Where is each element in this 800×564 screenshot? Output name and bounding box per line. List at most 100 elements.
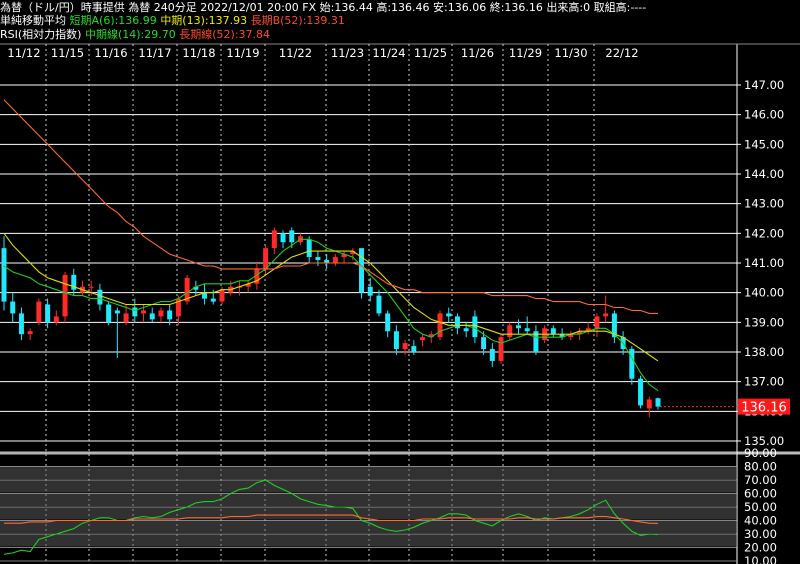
candle-body xyxy=(603,313,609,317)
candle-body xyxy=(271,230,277,249)
candle-body xyxy=(18,313,24,335)
x-tick-label: 11/18 xyxy=(182,46,215,60)
x-tick-label: 11/30 xyxy=(554,46,587,60)
candle-body xyxy=(158,310,164,317)
candle-body xyxy=(132,307,138,317)
candle-body xyxy=(114,310,120,314)
x-tick-label: 11/24 xyxy=(372,46,405,60)
rsi-band xyxy=(0,466,737,479)
rsi-band xyxy=(0,493,737,506)
candle-body xyxy=(62,274,68,317)
candle-body xyxy=(167,310,173,320)
rsi-band xyxy=(0,534,737,547)
candle-body xyxy=(638,378,644,406)
candle-body xyxy=(420,337,426,341)
x-tick-label: 11/17 xyxy=(138,46,171,60)
x-tick-label: 11/16 xyxy=(94,46,127,60)
price-tick-label: 143.00 xyxy=(744,197,784,211)
ma-short-line xyxy=(3,238,659,392)
candle-body xyxy=(385,313,391,332)
candle-body xyxy=(45,304,51,323)
candle-body xyxy=(498,337,504,361)
x-tick-label: 11/23 xyxy=(331,46,364,60)
candle-body xyxy=(507,325,513,338)
candle-body xyxy=(332,257,338,263)
ma-long-line xyxy=(3,99,658,314)
candle-body xyxy=(446,313,452,317)
rsi-tick-label: 40.00 xyxy=(744,514,777,528)
rsi-tick-label: 20.00 xyxy=(744,541,777,555)
fx-chart[interactable]: 11/12 11/15 11/16 11/17 11/18 11/19 11/22 11/23… xyxy=(0,0,800,564)
x-tick-label: 11/19 xyxy=(226,46,259,60)
candle-body xyxy=(306,239,312,258)
candle-body xyxy=(463,328,469,332)
x-tick-label: 11/15 xyxy=(51,46,84,60)
price-tick-label: 144.00 xyxy=(744,167,784,181)
candle-body xyxy=(219,289,225,302)
price-tick-label: 147.00 xyxy=(744,78,784,92)
candle-body xyxy=(315,257,321,261)
candle-body xyxy=(515,325,521,329)
last-price-marker: 136.16 xyxy=(738,398,790,416)
candle-body xyxy=(359,248,365,293)
candle-body xyxy=(53,316,59,323)
price-tick-label: 141.00 xyxy=(744,256,784,270)
price-tick-label: 146.00 xyxy=(744,108,784,122)
candle-body xyxy=(97,289,103,305)
x-tick-label: 11/22 xyxy=(279,46,312,60)
candle-body xyxy=(454,316,460,329)
candle-body xyxy=(550,328,556,335)
candle-body xyxy=(149,313,155,320)
rsi-tick-label: 80.00 xyxy=(744,460,777,474)
x-tick-label: 11/25 xyxy=(414,46,447,60)
x-tick-label: 22/12 xyxy=(605,46,638,60)
moving-averages xyxy=(3,99,659,392)
candle-body xyxy=(524,328,530,332)
candle-body xyxy=(1,248,7,302)
price-tick-label: 139.00 xyxy=(744,315,784,329)
price-tick-label: 142.00 xyxy=(744,226,784,240)
candle-body xyxy=(263,248,269,269)
rsi-tick-label: 10.00 xyxy=(744,554,777,564)
rsi-tick-label: 50.00 xyxy=(744,500,777,514)
rsi-tick-label: 90.00 xyxy=(744,446,777,460)
candle-body xyxy=(594,316,600,329)
rsi-tick-label: 60.00 xyxy=(744,487,777,501)
x-tick-label: 11/29 xyxy=(509,46,542,60)
candle-body xyxy=(106,304,112,323)
price-tick-label: 137.00 xyxy=(744,375,784,389)
price-y-tick-labels: 135.00136.00137.00138.00139.00140.00141.… xyxy=(744,78,784,448)
rsi-tick-label: 30.00 xyxy=(744,527,777,541)
candle-body xyxy=(489,349,495,361)
candle-body xyxy=(88,286,94,288)
candle-body xyxy=(376,295,382,314)
candle-body xyxy=(472,316,478,338)
candle-body xyxy=(10,301,16,314)
candle-body xyxy=(629,349,635,379)
candle-body xyxy=(393,331,399,350)
candle-body xyxy=(27,331,33,335)
candle-body xyxy=(210,298,216,302)
candle-body xyxy=(402,343,408,350)
candle-body xyxy=(481,337,487,350)
candle-body xyxy=(289,230,295,243)
candle-body xyxy=(280,233,286,243)
rsi-tick-label: 70.00 xyxy=(744,473,777,487)
rsi-band xyxy=(0,480,737,493)
x-tick-label: 11/26 xyxy=(461,46,494,60)
rsi-panel: 10.0020.0030.0040.0050.0060.0070.0080.00… xyxy=(0,446,777,564)
rsi-band xyxy=(0,507,737,520)
candle-body xyxy=(411,346,417,352)
price-tick-label: 140.00 xyxy=(744,286,784,300)
candle-body xyxy=(437,313,443,338)
candle-body xyxy=(655,398,661,407)
price-tick-label: 138.00 xyxy=(744,345,784,359)
x-tick-label: 11/12 xyxy=(7,46,40,60)
candle-body xyxy=(123,313,129,323)
candle-body xyxy=(141,310,147,314)
candle-body xyxy=(36,301,42,323)
last-price-label: 136.16 xyxy=(741,401,787,416)
candle-body xyxy=(646,399,652,409)
candle-body xyxy=(367,286,373,296)
x-tick-labels: 11/12 11/15 11/16 11/17 11/18 11/19 11/22 11/23… xyxy=(7,46,638,60)
